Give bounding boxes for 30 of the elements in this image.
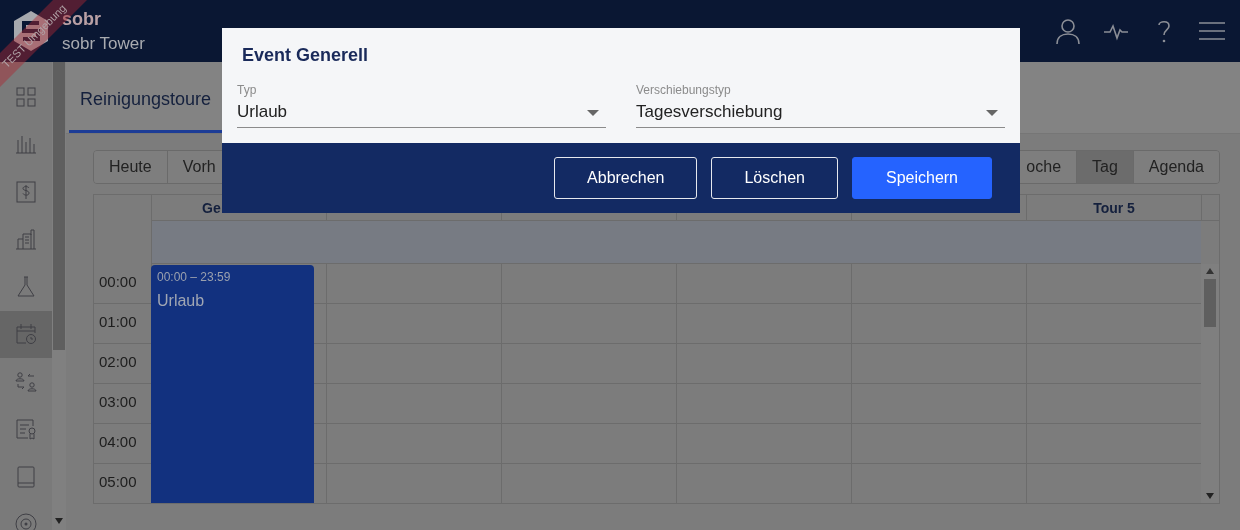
certificate-icon <box>14 417 38 442</box>
caret-icon <box>587 110 599 116</box>
caret-icon <box>986 110 998 116</box>
sidebar-item[interactable] <box>0 310 52 358</box>
dialog-button[interactable]: Löschen <box>711 157 838 199</box>
scroll-up-icon[interactable] <box>1206 268 1214 274</box>
dollar-icon <box>14 179 38 204</box>
select-field[interactable]: Verschiebungstyp Tagesverschiebung <box>636 83 1005 128</box>
view-button[interactable]: Tag <box>1076 151 1133 183</box>
flask-icon <box>14 274 38 299</box>
scroll-down-icon[interactable] <box>1206 493 1214 499</box>
dialog-title: Event Generell <box>242 45 370 66</box>
target-icon <box>14 512 38 530</box>
event-time: 00:00 – 23:59 <box>157 270 231 284</box>
event-title: Urlaub <box>157 292 205 310</box>
scroll-thumb[interactable] <box>1204 279 1216 327</box>
scroll-down-icon[interactable] <box>55 518 63 524</box>
scroll-thumb[interactable] <box>53 62 65 350</box>
grid-icon <box>14 84 38 109</box>
calendar-clock-icon <box>14 322 38 347</box>
scrollbar[interactable] <box>52 62 66 530</box>
user-swap-icon <box>14 369 38 394</box>
user-icon[interactable] <box>1054 17 1082 45</box>
view-button[interactable]: Agenda <box>1132 151 1219 183</box>
calendar-event[interactable]: 00:00 – 23:59 Urlaub <box>151 265 314 503</box>
save-button[interactable]: Speichern <box>851 157 992 199</box>
dialog-button[interactable]: Abbrechen <box>554 157 698 199</box>
buildings-icon <box>14 227 38 252</box>
tablet-icon <box>14 464 38 489</box>
select-field[interactable]: Typ Urlaub <box>237 83 606 128</box>
